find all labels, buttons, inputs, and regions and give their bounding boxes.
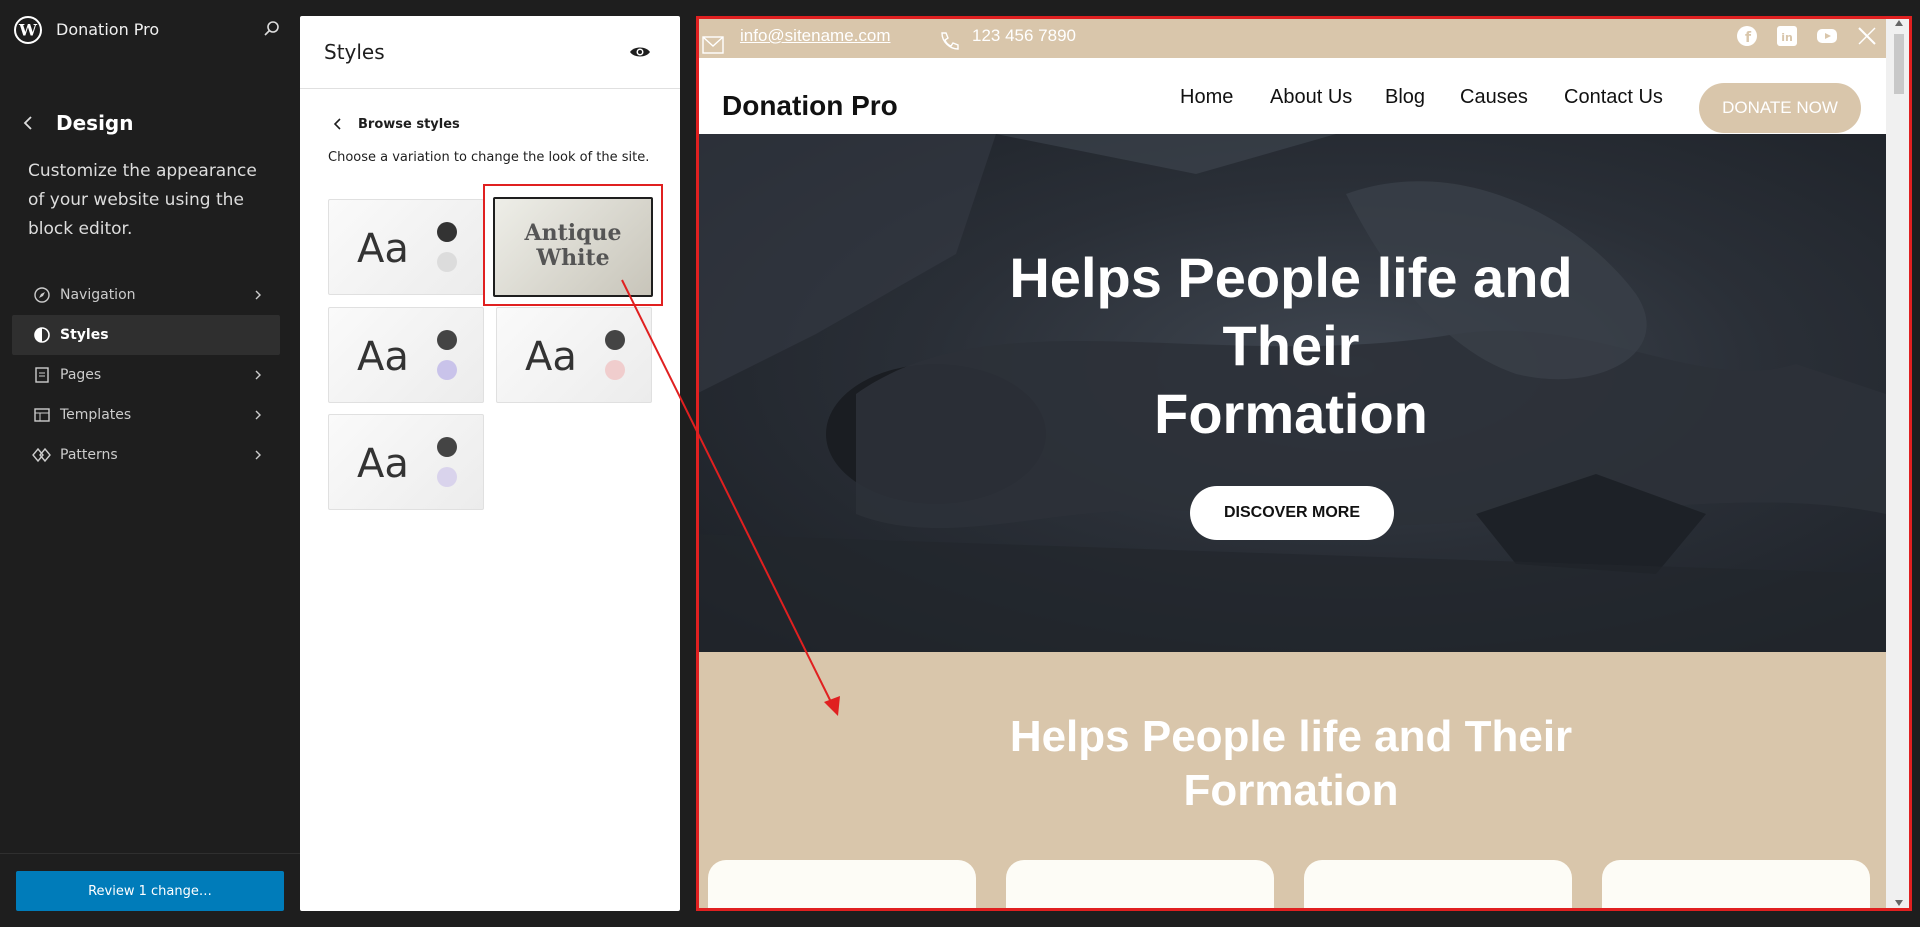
menu-item-blog[interactable]: Blog [1385,86,1425,109]
site-hub: W Donation Pro [0,0,300,60]
variation-color-swatch [605,360,625,380]
sidebar-item-label: Pages [60,367,102,383]
menu-item-home[interactable]: Home [1180,86,1233,109]
variation-color-swatch [437,222,457,242]
donate-now-button[interactable]: DONATE NOW [1699,83,1861,133]
eye-icon[interactable] [628,40,652,64]
chevron-right-icon [255,410,261,420]
mail-icon [702,36,724,54]
review-changes-button[interactable]: Review 1 change… [16,871,284,911]
browse-styles-label: Browse styles [358,116,460,132]
causes-section: Helps People life and Their Formation [696,652,1886,911]
svg-text:W: W [18,21,38,40]
variation-color-swatch [605,330,625,350]
section-heading-line: Formation [1183,766,1399,815]
menu-item-contact-us[interactable]: Contact Us [1564,86,1663,109]
styles-panel-header: Styles [300,16,680,89]
cause-card[interactable] [1304,860,1572,911]
sidebar-item-patterns[interactable]: Patterns [12,435,280,475]
hero-section: Helps People life and Their Formation DI… [696,134,1886,652]
phone-icon [941,32,959,50]
sidebar-item-pages[interactable]: Pages [12,355,280,395]
wordpress-logo-icon[interactable]: W [14,16,42,44]
cause-card[interactable] [1602,860,1870,911]
navigation-icon [32,285,52,305]
hero-title-line: Their [1222,314,1360,377]
scroll-up-arrow-icon[interactable] [1894,18,1904,28]
discover-more-button[interactable]: DISCOVER MORE [1190,486,1394,540]
svg-text:in: in [1781,31,1793,44]
variation-typography-sample: Aa [357,334,409,380]
chevron-right-icon [255,370,261,380]
annotation-highlight-box [483,184,663,306]
menu-item-causes[interactable]: Causes [1460,86,1528,109]
variation-typography-sample: Aa [525,334,577,380]
style-variation-card[interactable]: Aa [328,414,484,510]
style-variation-card[interactable]: Aa [328,307,484,403]
preview-topbar: info@sitename.com 123 456 7890 f in [696,16,1886,58]
variation-color-swatch [437,467,457,487]
youtube-icon[interactable] [1816,25,1838,47]
section-heading: Helps People life and Their Formation [946,710,1636,818]
patterns-icon [32,445,52,465]
variation-color-swatch [437,360,457,380]
variation-typography-sample: Aa [357,226,409,272]
site-title[interactable]: Donation Pro [56,20,159,39]
pages-icon [32,365,52,385]
scroll-down-arrow-icon[interactable] [1894,898,1904,908]
menu-item-about-us[interactable]: About Us [1270,86,1352,109]
search-icon[interactable] [262,19,282,39]
sidebar-item-templates[interactable]: Templates [12,395,280,435]
hero-title-line: Formation [1154,382,1428,445]
preview-scrollbar[interactable] [1886,16,1912,911]
variation-typography-sample: Aa [357,441,409,487]
x-icon[interactable] [1856,25,1878,47]
styles-icon [32,325,52,345]
variation-color-swatch [437,437,457,457]
sidebar-divider [0,853,300,854]
styles-panel: Styles Browse styles Choose a variation … [300,16,680,911]
browse-styles-description: Choose a variation to change the look of… [328,150,650,165]
linkedin-icon[interactable]: in [1776,25,1798,47]
svg-text:f: f [1745,30,1752,46]
panel-title: Styles [324,40,385,64]
chevron-right-icon [255,290,261,300]
style-variation-card[interactable]: Aa [328,199,484,295]
sidebar-item-navigation[interactable]: Navigation [12,275,280,315]
hero-title: Helps People life and Their Formation [896,244,1686,448]
cause-card[interactable] [708,860,976,911]
sidebar-item-label: Patterns [60,447,118,463]
site-preview[interactable]: info@sitename.com 123 456 7890 f in Dona… [696,16,1912,911]
sidebar-item-label: Templates [60,407,132,423]
site-brand[interactable]: Donation Pro [722,90,898,122]
facebook-icon[interactable]: f [1736,25,1758,47]
templates-icon [32,405,52,425]
chevron-right-icon [255,450,261,460]
design-nav: Navigation Styles Pages Templates Patter… [12,275,280,475]
scroll-thumb[interactable] [1894,34,1904,94]
sidebar-item-label: Styles [60,327,109,343]
sidebar-item-label: Navigation [60,287,136,303]
sidebar-item-styles[interactable]: Styles [12,315,280,355]
variation-color-swatch [437,252,457,272]
variation-color-swatch [437,330,457,350]
back-chevron-icon[interactable] [330,116,346,132]
email-link[interactable]: info@sitename.com [740,26,891,46]
phone-number: 123 456 7890 [972,26,1076,45]
cause-card[interactable] [1006,860,1274,911]
back-chevron-icon[interactable] [20,113,36,133]
hero-title-line: Helps People life and [1009,246,1573,309]
browse-styles-header[interactable]: Browse styles [330,116,460,132]
section-heading-line: Helps People life and Their [1009,712,1573,761]
style-variation-card[interactable]: Aa [496,307,652,403]
section-description: Customize the appearance of your website… [28,161,257,239]
section-title: Design [56,111,134,135]
editor-sidebar: W Donation Pro Design Customize the appe… [0,0,300,927]
